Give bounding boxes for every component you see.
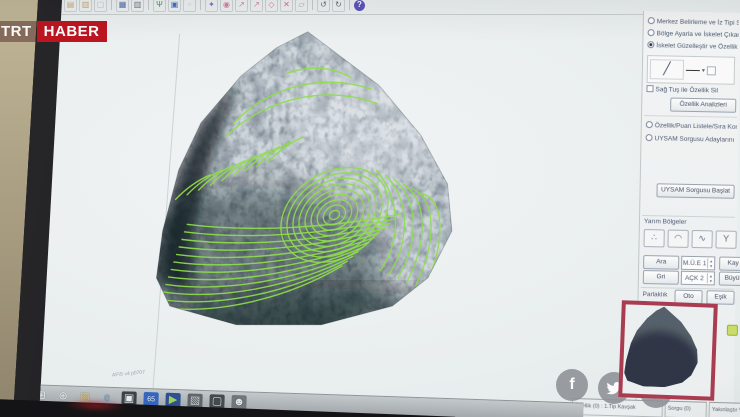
ridge-tool-icon[interactable]: ∿	[691, 230, 712, 248]
new-icon[interactable]: ▤	[64, 0, 77, 12]
dots-tool-icon[interactable]: ∴	[643, 229, 664, 247]
enlarge-side-button[interactable]: Büyüt	[719, 272, 740, 287]
thumbnail-stone-image	[622, 304, 713, 396]
right-click-delete-option[interactable]: Sağ Tuş ile Özellik Sil	[646, 85, 737, 95]
print-icon[interactable]: ▥	[131, 0, 144, 12]
gray-button[interactable]: Gri	[643, 270, 679, 285]
zoom-icon[interactable]: ◉	[220, 0, 233, 12]
ack-spinner[interactable]: AÇK 2 ▴▾	[681, 271, 715, 286]
step-feature-extract[interactable]: İskelet Güzelleştir ve Özellik Çıkart	[647, 41, 738, 51]
draw-toolbox: ╱ ▾	[647, 55, 736, 85]
radio-icon[interactable]	[647, 41, 654, 48]
zoom-in-icon[interactable]: ↗	[235, 0, 248, 12]
toolbar-separator	[148, 0, 149, 10]
facebook-icon: f	[556, 369, 588, 401]
minutiae-group-label: Yarım Bölgeler	[644, 218, 735, 227]
toolbar-separator	[111, 0, 112, 10]
select-region-icon[interactable]: ▣	[168, 0, 181, 12]
tree-icon[interactable]: Ψ	[153, 0, 166, 12]
tv-frame-photo: ▤▥▢▦▥Ψ▣▫✦◉↗↗◇✕▱↺↻?	[0, 0, 740, 417]
arc-tool-icon[interactable]: ◠	[667, 230, 688, 248]
step-center-select[interactable]: Merkez Belirleme ve İz Tipi Seç	[648, 17, 739, 27]
status-segment: Yakınlaştır %50	[709, 402, 740, 417]
toolbar-separator	[200, 0, 201, 10]
zoom-out-icon[interactable]: ↗	[250, 0, 263, 12]
eraser-icon[interactable]: ▱	[295, 0, 308, 12]
toolbar: ▤▥▢▦▥Ψ▣▫✦◉↗↗◇✕▱↺↻?	[64, 0, 740, 14]
spinner-arrows-icon[interactable]: ▴▾	[707, 273, 714, 283]
radio-icon[interactable]	[648, 17, 655, 24]
canvas-watermark: AFIS v4 p0707	[112, 370, 145, 379]
checkbox-icon[interactable]	[646, 85, 653, 92]
radio-icon[interactable]	[646, 121, 653, 128]
line-style-select[interactable]: ▾	[686, 65, 734, 75]
spinner-arrows-icon[interactable]: ▴▾	[707, 258, 714, 268]
open-icon[interactable]: ▥	[79, 0, 92, 12]
dim-icon[interactable]: ▢	[94, 0, 107, 12]
toolbar-separator	[312, 0, 313, 10]
step-uysam-candidates[interactable]: UYSAM Sorgusu Adaylarını Seç	[645, 134, 736, 144]
radio-icon[interactable]	[648, 29, 655, 36]
brightness-label: Parlaklık	[642, 291, 676, 299]
redo-icon[interactable]: ↻	[332, 0, 345, 12]
save-side-button[interactable]: Kay	[719, 257, 740, 272]
chevron-down-icon[interactable]: ▾	[702, 67, 705, 74]
panel-divider	[644, 115, 737, 118]
toolbar-separator	[349, 0, 350, 10]
search-button[interactable]: Ara	[643, 255, 679, 270]
pale-box-icon[interactable]: ▫	[183, 0, 196, 12]
pan-icon[interactable]: ◇	[265, 0, 278, 12]
undo-icon[interactable]: ↺	[317, 0, 330, 12]
tool-indicator-icon	[727, 325, 738, 336]
bifurcation-tool-icon[interactable]: Y	[715, 230, 736, 248]
image-canvas[interactable]: AFIS v4 p0707	[40, 15, 643, 397]
step-list-features[interactable]: Özellik/Puan Listele/Sıra Kontrol Et	[646, 121, 737, 131]
radio-icon[interactable]	[646, 134, 653, 141]
feature-analysis-button[interactable]: Özellik Analizleri	[670, 98, 736, 113]
fingerprint-stone-image[interactable]	[152, 29, 508, 353]
delete-icon[interactable]: ✕	[280, 0, 293, 12]
uysam-query-button[interactable]: UYSAM Sorgusu Başlat	[656, 183, 734, 198]
minutiae-tool-group: ∴◠∿Y	[643, 229, 736, 249]
mue-spinner[interactable]: M.Ü.E 1 ▴▾	[681, 256, 715, 271]
step-region-skeleton[interactable]: Bölge Ayarla ve İskelet Çıkart	[647, 29, 738, 39]
wand-icon[interactable]: ✦	[205, 0, 218, 12]
status-segment: Sorgu (0)	[664, 401, 707, 417]
line-sample	[686, 69, 700, 70]
help-icon[interactable]: ?	[354, 0, 365, 11]
line-width-box[interactable]	[707, 66, 716, 75]
pencil-tool-icon[interactable]: ╱	[650, 59, 684, 80]
target-thumbnail[interactable]	[618, 300, 718, 401]
channel-logo: TRT HABER	[0, 21, 107, 42]
logo-haber: HABER	[37, 21, 107, 42]
save-icon[interactable]: ▦	[116, 0, 129, 12]
logo-trt: TRT	[0, 21, 37, 42]
